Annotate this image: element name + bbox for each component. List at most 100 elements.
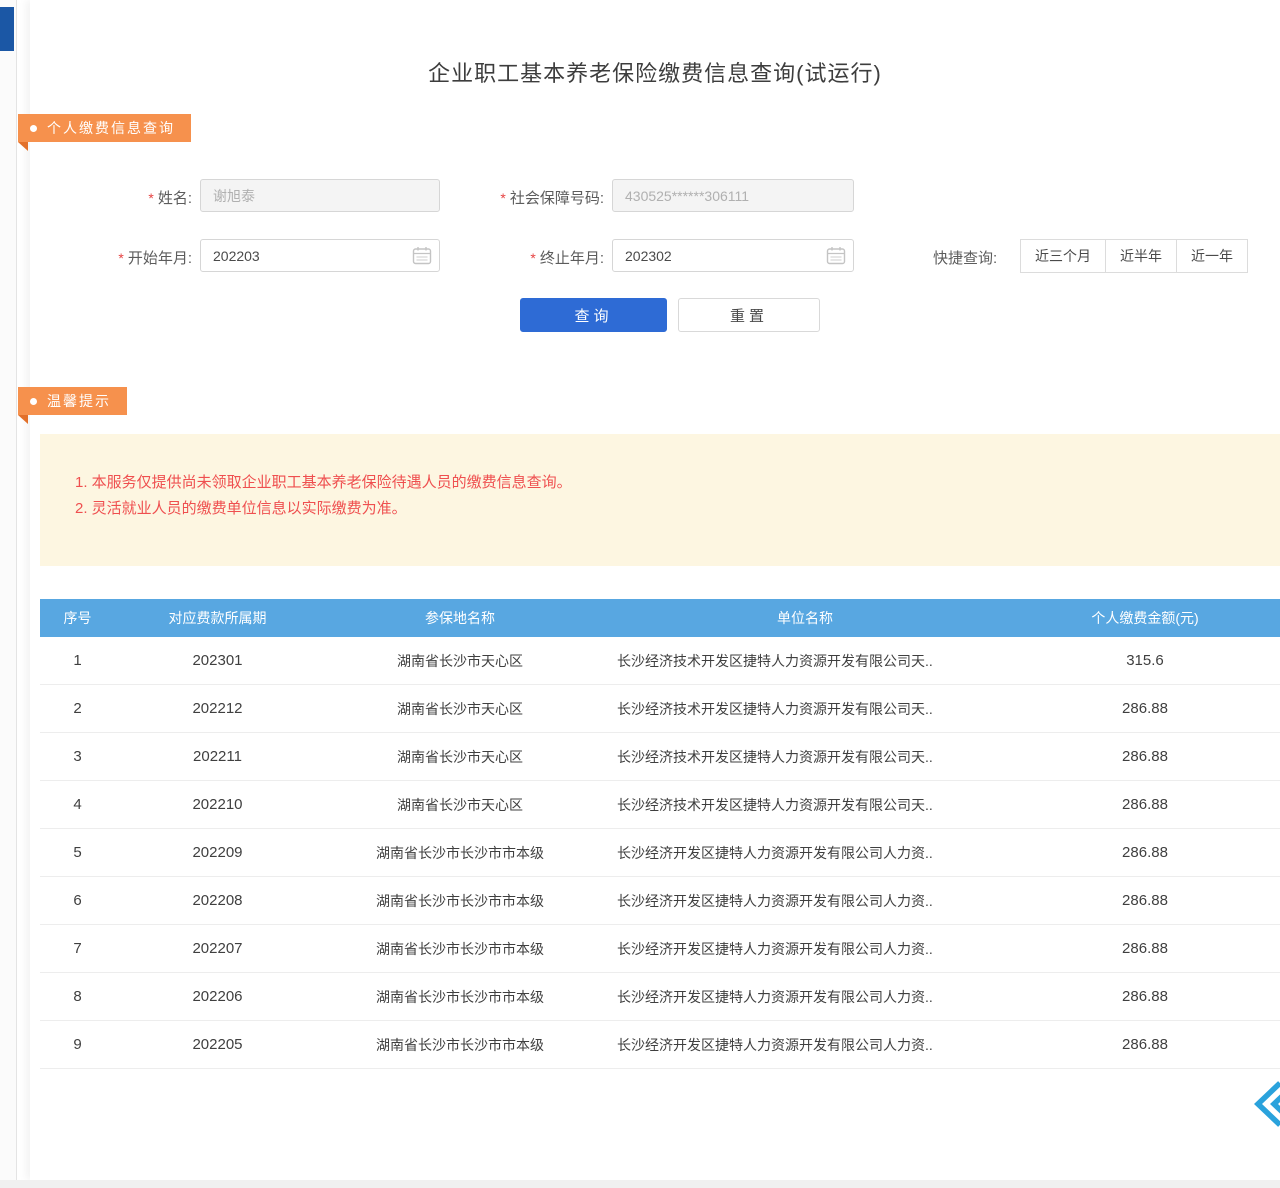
query-button[interactable]: 查询: [520, 298, 667, 332]
calendar-icon[interactable]: [412, 246, 432, 265]
pension-query-page: 企业职工基本养老保险缴费信息查询(试运行) 个人缴费信息查询 *姓名: *社会保…: [0, 0, 1280, 1188]
required-mark: *: [118, 250, 123, 266]
table-cell: 湖南省长沙市长沙市市本级: [320, 939, 600, 959]
table-row: 9202205湖南省长沙市长沙市市本级长沙经济开发区捷特人力资源开发有限公司人力…: [40, 1021, 1280, 1069]
notice-line: 1. 本服务仅提供尚未领取企业职工基本养老保险待遇人员的缴费信息查询。: [75, 470, 1280, 496]
end-month-label: *终止年月:: [492, 247, 604, 268]
table-cell: 1: [40, 652, 115, 669]
table-cell: 286.88: [1010, 796, 1280, 813]
quick-query-1year-button[interactable]: 近一年: [1176, 239, 1248, 273]
table-cell: 长沙经济开发区捷特人力资源开发有限公司人力资..: [600, 987, 1010, 1007]
table-cell: 202211: [115, 748, 320, 765]
table-header-cell: 对应费款所属期: [115, 608, 320, 628]
table-cell: 湖南省长沙市长沙市市本级: [320, 987, 600, 1007]
table-cell: 湖南省长沙市天心区: [320, 699, 600, 719]
table-cell: 2: [40, 700, 115, 717]
table-row: 5202209湖南省长沙市长沙市市本级长沙经济开发区捷特人力资源开发有限公司人力…: [40, 829, 1280, 877]
table-row: 2202212湖南省长沙市天心区长沙经济技术开发区捷特人力资源开发有限公司天..…: [40, 685, 1280, 733]
table-cell: 长沙经济开发区捷特人力资源开发有限公司人力资..: [600, 843, 1010, 863]
table-header-cell: 序号: [40, 608, 115, 628]
table-cell: 202208: [115, 892, 320, 909]
table-row: 6202208湖南省长沙市长沙市市本级长沙经济开发区捷特人力资源开发有限公司人力…: [40, 877, 1280, 925]
payment-results-table: 序号对应费款所属期参保地名称单位名称个人缴费金额(元) 1202301湖南省长沙…: [40, 599, 1280, 1069]
table-cell: 4: [40, 796, 115, 813]
table-cell: 长沙经济技术开发区捷特人力资源开发有限公司天..: [600, 651, 1010, 671]
section-tag-query: 个人缴费信息查询: [18, 114, 191, 142]
table-cell: 202207: [115, 940, 320, 957]
table-cell: 长沙经济技术开发区捷特人力资源开发有限公司天..: [600, 747, 1010, 767]
table-cell: 286.88: [1010, 988, 1280, 1005]
notice-box: 1. 本服务仅提供尚未领取企业职工基本养老保险待遇人员的缴费信息查询。 2. 灵…: [40, 434, 1280, 566]
table-cell: 湖南省长沙市天心区: [320, 795, 600, 815]
end-month-input[interactable]: [612, 239, 854, 272]
section-tag-notice: 温馨提示: [18, 387, 127, 415]
table-cell: 202301: [115, 652, 320, 669]
quick-query-group: 近三个月 近半年 近一年: [1020, 239, 1248, 273]
table-cell: 湖南省长沙市长沙市市本级: [320, 891, 600, 911]
table-cell: 长沙经济技术开发区捷特人力资源开发有限公司天..: [600, 699, 1010, 719]
table-cell: 6: [40, 892, 115, 909]
start-month-input[interactable]: [200, 239, 440, 272]
bullet-dot-icon: [30, 398, 37, 405]
required-mark: *: [148, 190, 153, 206]
notice-line: 2. 灵活就业人员的缴费单位信息以实际缴费为准。: [75, 496, 1280, 522]
name-label: *姓名:: [90, 187, 192, 208]
table-cell: 长沙经济开发区捷特人力资源开发有限公司人力资..: [600, 891, 1010, 911]
table-row: 4202210湖南省长沙市天心区长沙经济技术开发区捷特人力资源开发有限公司天..…: [40, 781, 1280, 829]
table-body: 1202301湖南省长沙市天心区长沙经济技术开发区捷特人力资源开发有限公司天..…: [40, 637, 1280, 1069]
name-field[interactable]: [200, 179, 440, 212]
ribbon-fold: [18, 415, 28, 424]
section-tag-query-label: 个人缴费信息查询: [47, 118, 175, 138]
page-title: 企业职工基本养老保险缴费信息查询(试运行): [30, 56, 1280, 88]
table-cell: 286.88: [1010, 844, 1280, 861]
table-cell: 湖南省长沙市长沙市市本级: [320, 843, 600, 863]
sidebar-blue-tab[interactable]: [0, 7, 14, 51]
calendar-icon[interactable]: [826, 246, 846, 265]
table-cell: 8: [40, 988, 115, 1005]
table-cell: 3: [40, 748, 115, 765]
collapse-panel-button[interactable]: [1252, 1080, 1280, 1128]
table-header-cell: 参保地名称: [320, 608, 600, 628]
table-cell: 5: [40, 844, 115, 861]
table-cell: 9: [40, 1036, 115, 1053]
ssn-label: *社会保障号码:: [450, 187, 604, 208]
ssn-field[interactable]: [612, 179, 854, 212]
table-cell: 202205: [115, 1036, 320, 1053]
table-row: 8202206湖南省长沙市长沙市市本级长沙经济开发区捷特人力资源开发有限公司人力…: [40, 973, 1280, 1021]
table-cell: 286.88: [1010, 748, 1280, 765]
table-header-cell: 个人缴费金额(元): [1010, 608, 1280, 628]
quick-query-3months-button[interactable]: 近三个月: [1020, 239, 1106, 273]
bullet-dot-icon: [30, 125, 37, 132]
table-cell: 7: [40, 940, 115, 957]
page-bottom-edge: [0, 1180, 1280, 1188]
table-cell: 202210: [115, 796, 320, 813]
table-row: 7202207湖南省长沙市长沙市市本级长沙经济开发区捷特人力资源开发有限公司人力…: [40, 925, 1280, 973]
table-cell: 长沙经济开发区捷特人力资源开发有限公司人力资..: [600, 1035, 1010, 1055]
table-cell: 湖南省长沙市长沙市市本级: [320, 1035, 600, 1055]
table-row: 1202301湖南省长沙市天心区长沙经济技术开发区捷特人力资源开发有限公司天..…: [40, 637, 1280, 685]
table-cell: 湖南省长沙市天心区: [320, 651, 600, 671]
required-mark: *: [500, 190, 505, 206]
table-cell: 286.88: [1010, 700, 1280, 717]
table-header-cell: 单位名称: [600, 608, 1010, 628]
double-chevron-left-icon: [1252, 1080, 1280, 1128]
left-sidebar-rail: [0, 0, 17, 1180]
section-tag-notice-label: 温馨提示: [47, 391, 111, 411]
table-cell: 286.88: [1010, 892, 1280, 909]
table-row: 3202211湖南省长沙市天心区长沙经济技术开发区捷特人力资源开发有限公司天..…: [40, 733, 1280, 781]
required-mark: *: [530, 250, 535, 266]
reset-button[interactable]: 重置: [678, 298, 820, 332]
table-header-row: 序号对应费款所属期参保地名称单位名称个人缴费金额(元): [40, 599, 1280, 637]
table-cell: 315.6: [1010, 652, 1280, 669]
start-month-label: *开始年月:: [78, 247, 192, 268]
table-cell: 286.88: [1010, 1036, 1280, 1053]
table-cell: 202209: [115, 844, 320, 861]
table-cell: 286.88: [1010, 940, 1280, 957]
table-cell: 202212: [115, 700, 320, 717]
table-cell: 长沙经济技术开发区捷特人力资源开发有限公司天..: [600, 795, 1010, 815]
table-cell: 长沙经济开发区捷特人力资源开发有限公司人力资..: [600, 939, 1010, 959]
quick-query-halfyear-button[interactable]: 近半年: [1105, 239, 1177, 273]
quick-query-label: 快捷查询:: [933, 247, 997, 268]
table-cell: 202206: [115, 988, 320, 1005]
table-cell: 湖南省长沙市天心区: [320, 747, 600, 767]
